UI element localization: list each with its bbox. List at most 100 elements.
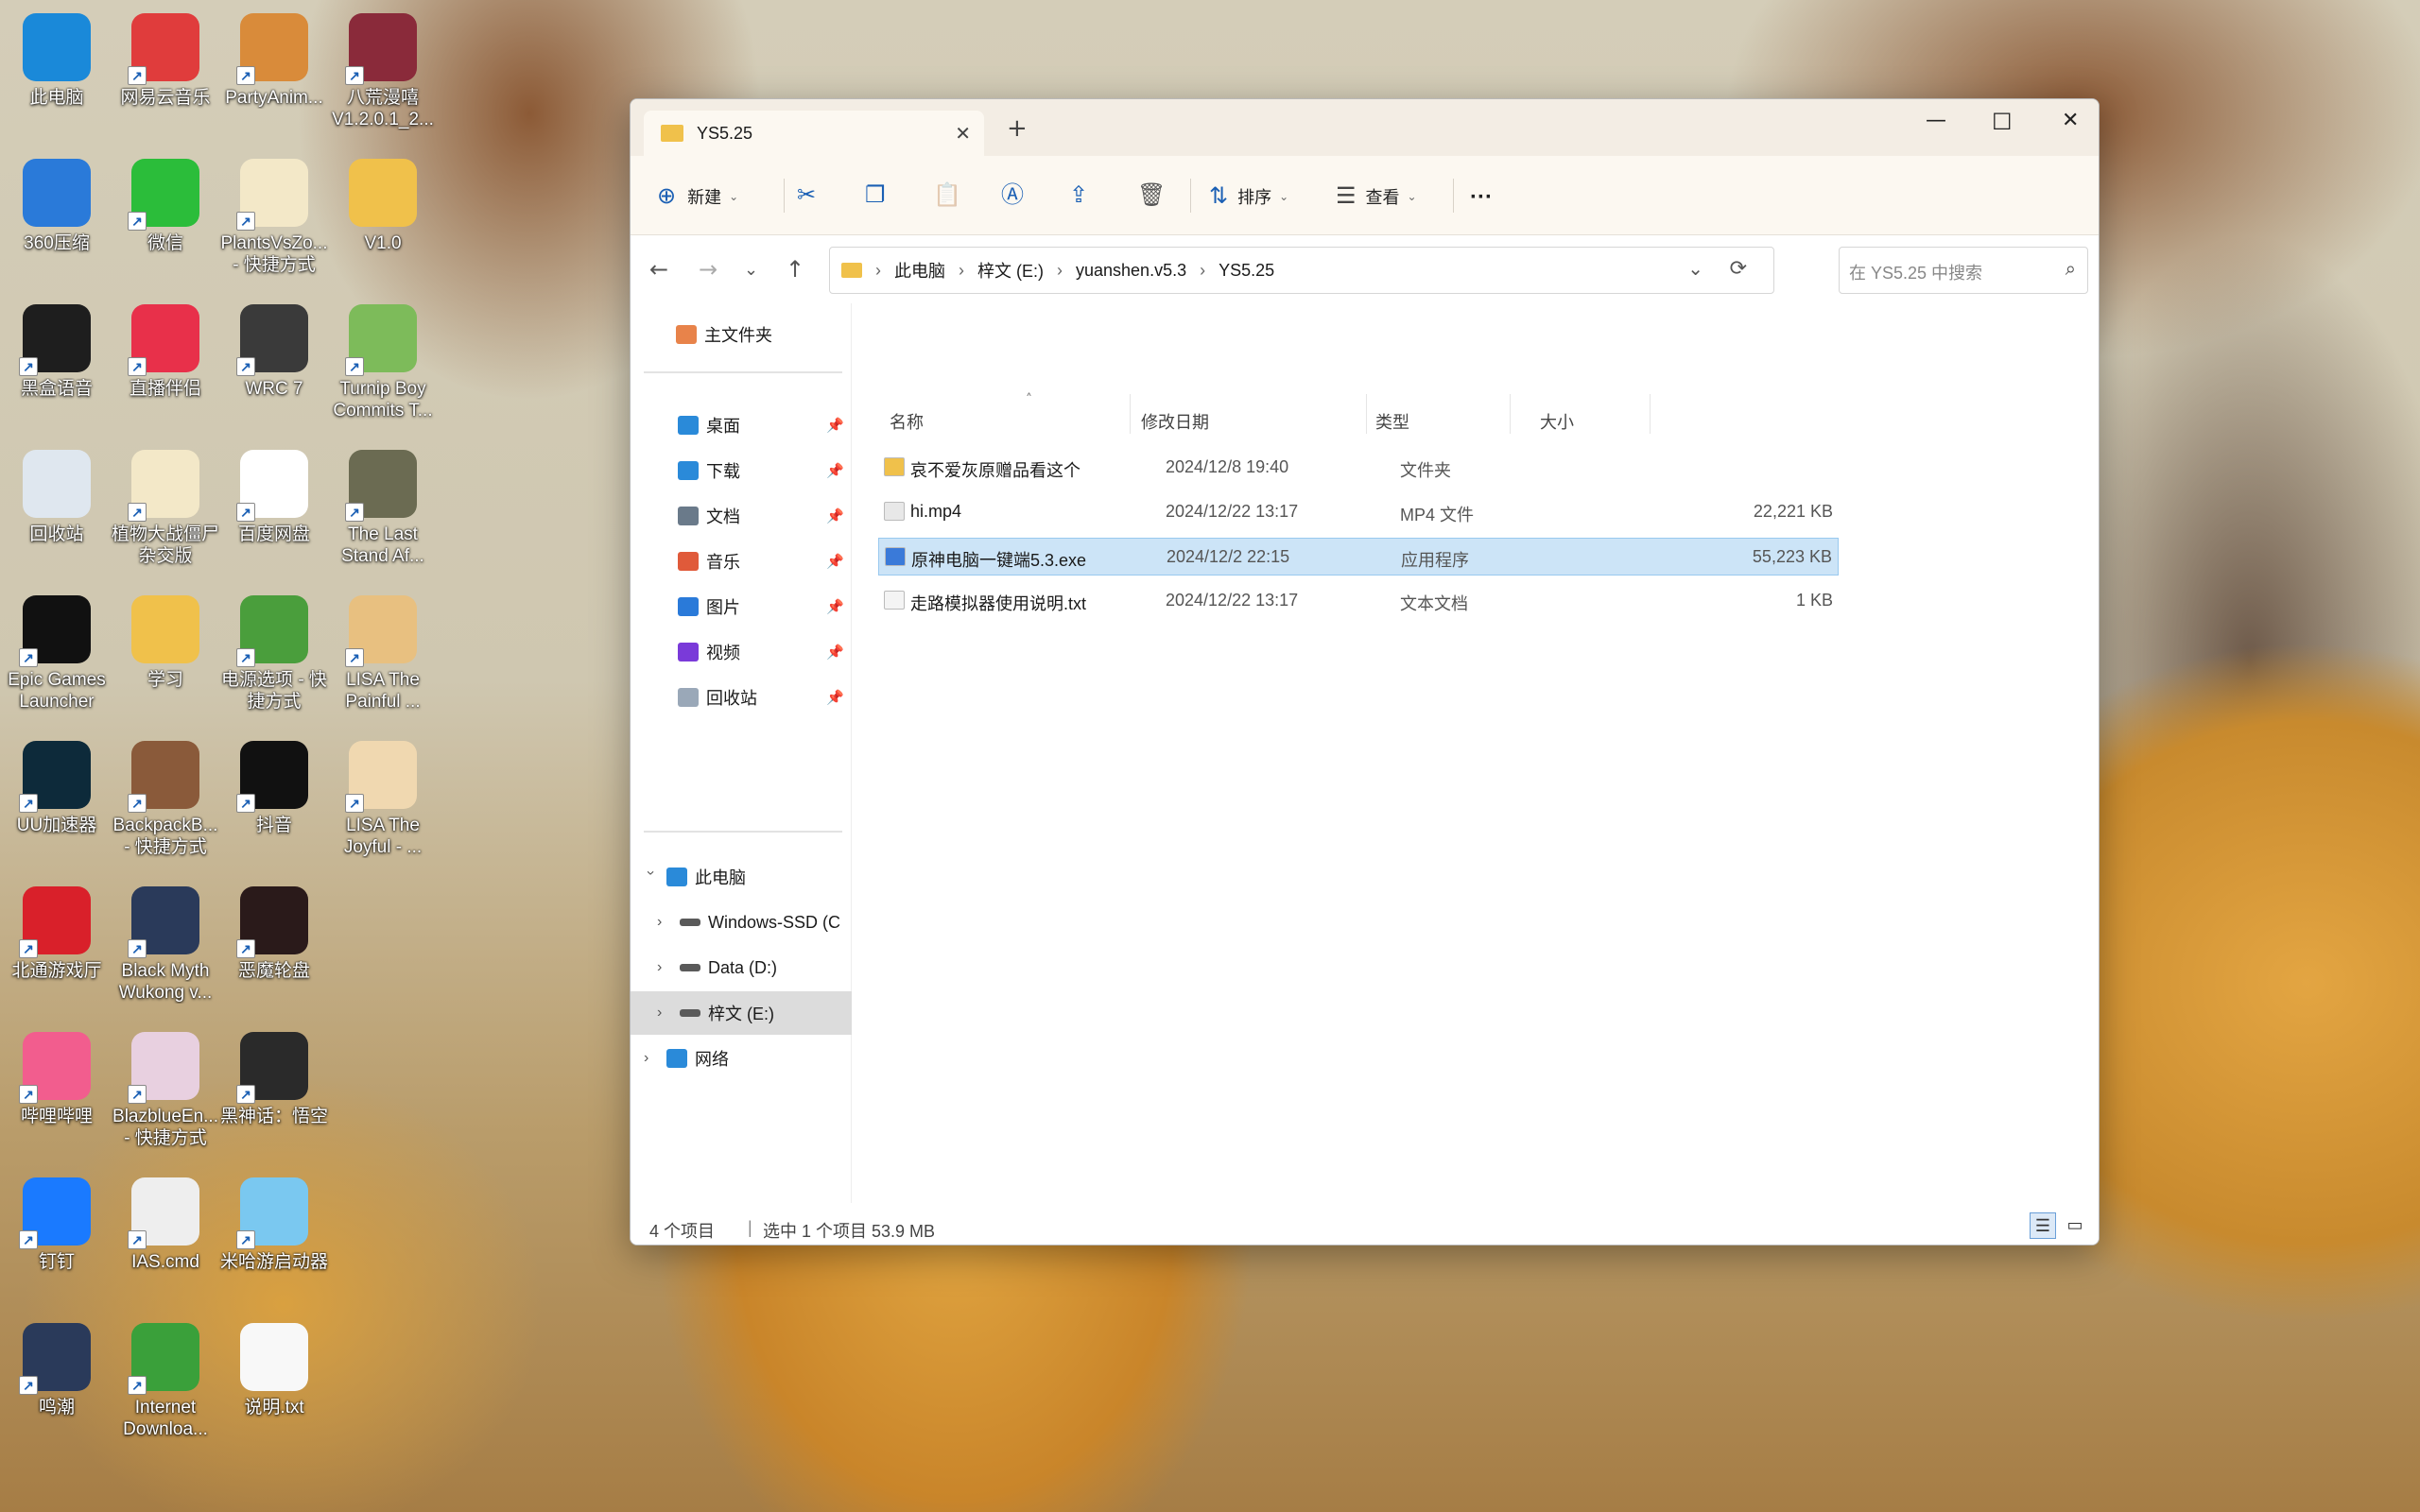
desktop-icon[interactable]: 学习 bbox=[109, 595, 222, 691]
file-row[interactable]: 走路模拟器使用说明.txt 2024/12/22 13:17 文本文档 1 KB bbox=[878, 582, 1839, 620]
nav-network[interactable]: › 网络 bbox=[631, 1037, 852, 1080]
paste-button[interactable]: 📋 bbox=[933, 184, 961, 207]
view-list-icon: ☰ bbox=[1336, 183, 1357, 209]
nav-quick-item[interactable]: 视频 📌 bbox=[631, 630, 852, 674]
file-row[interactable]: hi.mp4 2024/12/22 13:17 MP4 文件 22,221 KB bbox=[878, 493, 1839, 531]
desktop-icon[interactable]: ↗ 植物大战僵尸 杂交版 bbox=[109, 450, 222, 567]
delete-button[interactable]: 🗑 bbox=[1137, 184, 1166, 207]
up-arrow-icon[interactable]: ↑ bbox=[786, 256, 804, 283]
desktop-icon[interactable]: ↗ 黑盒语音 bbox=[0, 304, 113, 400]
recent-chevron-icon[interactable]: ⌄ bbox=[744, 260, 758, 280]
back-arrow-icon[interactable]: ← bbox=[649, 256, 668, 283]
desktop-icon[interactable]: ↗ IAS.cmd bbox=[109, 1177, 222, 1273]
column-divider[interactable] bbox=[1366, 394, 1367, 434]
nav-item-icon bbox=[678, 688, 699, 707]
forward-arrow-icon[interactable]: → bbox=[699, 256, 717, 283]
desktop-icon[interactable]: 360压缩 bbox=[0, 159, 113, 254]
shortcut-arrow-icon: ↗ bbox=[128, 1376, 147, 1395]
nav-quick-item[interactable]: 桌面 📌 bbox=[631, 404, 852, 447]
tiles-view-icon[interactable]: ▭ bbox=[2062, 1212, 2088, 1239]
breadcrumb-ys525[interactable]: YS5.25 bbox=[1219, 261, 1274, 281]
column-divider[interactable] bbox=[1650, 394, 1651, 434]
chevron-expanded-icon: › bbox=[643, 870, 659, 876]
desktop-icon[interactable]: ↗ 哔哩哔哩 bbox=[0, 1032, 113, 1127]
desktop-icon[interactable]: ↗ Black Myth Wukong v... bbox=[109, 886, 222, 1004]
share-button[interactable]: ⇪ bbox=[1069, 184, 1088, 207]
rename-button[interactable]: Ⓐ bbox=[1001, 184, 1024, 207]
desktop-icon[interactable]: ↗ 抖音 bbox=[217, 741, 331, 836]
desktop-icon[interactable]: ↗ 直播伴侣 bbox=[109, 304, 222, 400]
desktop-icon[interactable]: ↗ Internet Downloa... bbox=[109, 1323, 222, 1440]
column-header-date[interactable]: 修改日期 bbox=[1141, 409, 1209, 434]
tab-ys525[interactable]: YS5.25 ✕ bbox=[644, 111, 984, 156]
breadcrumb-this-pc[interactable]: 此电脑 bbox=[894, 258, 945, 283]
nav-quick-item[interactable]: 音乐 📌 bbox=[631, 540, 852, 583]
nav-quick-item[interactable]: 回收站 📌 bbox=[631, 676, 852, 719]
nav-quick-item[interactable]: 图片 📌 bbox=[631, 585, 852, 628]
desktop-icon[interactable]: ↗ 网易云音乐 bbox=[109, 13, 222, 109]
nav-home[interactable]: 主文件夹 bbox=[631, 313, 852, 356]
new-button[interactable]: ⊕ 新建 ⌄ bbox=[657, 184, 738, 209]
wuthering-icon: ↗ bbox=[19, 1323, 91, 1395]
desktop-icon[interactable]: 此电脑 bbox=[0, 13, 113, 109]
desktop-icon[interactable]: ↗ 米哈游启动器 bbox=[217, 1177, 331, 1273]
desktop-icon[interactable]: ↗ BlazblueEn... - 快捷方式 bbox=[109, 1032, 222, 1149]
column-divider[interactable] bbox=[1130, 394, 1131, 434]
clipboard-icon: 📋 bbox=[933, 182, 961, 208]
desktop-icon[interactable]: ↗ The Last Stand Af... bbox=[326, 450, 440, 567]
desktop-icon[interactable]: ↗ LISA The Joyful - ... bbox=[326, 741, 440, 858]
column-header-name[interactable]: 名称 bbox=[890, 409, 924, 434]
cut-button[interactable]: ✂ bbox=[797, 184, 816, 207]
nav-drive[interactable]: › Windows-SSD (C bbox=[631, 901, 852, 944]
close-tab-icon[interactable]: ✕ bbox=[955, 122, 971, 145]
desktop-icon[interactable]: ↗ 鸣潮 bbox=[0, 1323, 113, 1418]
search-input[interactable]: 在 YS5.25 中搜索 ⌕ bbox=[1839, 247, 2088, 294]
desktop-icon[interactable]: V1.0 bbox=[326, 159, 440, 254]
sort-button[interactable]: ⇅ 排序 ⌄ bbox=[1209, 184, 1288, 209]
address-history-chevron-icon[interactable]: ⌄ bbox=[1687, 257, 1703, 281]
close-window-button[interactable]: ✕ bbox=[2062, 109, 2079, 132]
column-divider[interactable] bbox=[1510, 394, 1511, 434]
nav-this-pc[interactable]: › 此电脑 bbox=[631, 855, 852, 899]
desktop-icon[interactable]: ↗ 恶魔轮盘 bbox=[217, 886, 331, 982]
desktop-icon[interactable]: ↗ BackpackB... - 快捷方式 bbox=[109, 741, 222, 858]
minimize-button[interactable]: — bbox=[1926, 109, 1946, 132]
address-bar[interactable]: › 此电脑 › 梓文 (E:) › yuanshen.v5.3 › YS5.25… bbox=[829, 247, 1774, 294]
maximize-button[interactable]: ☐ bbox=[1992, 109, 2013, 135]
column-header-size[interactable]: 大小 bbox=[1540, 409, 1574, 434]
desktop-icon[interactable]: ↗ 百度网盘 bbox=[217, 450, 331, 545]
new-tab-button[interactable]: + bbox=[1007, 114, 1028, 143]
breadcrumb-drive-e[interactable]: 梓文 (E:) bbox=[977, 258, 1044, 283]
desktop-icon[interactable]: ↗ 电源选项 - 快捷方式 bbox=[217, 595, 331, 713]
column-header-type[interactable]: 类型 bbox=[1375, 409, 1409, 434]
shortcut-arrow-icon: ↗ bbox=[128, 357, 147, 376]
desktop-icon[interactable]: ↗ PlantsVsZo... - 快捷方式 bbox=[217, 159, 331, 276]
shortcut-arrow-icon: ↗ bbox=[236, 794, 255, 813]
file-row[interactable]: 原神电脑一键端5.3.exe 2024/12/2 22:15 应用程序 55,223 … bbox=[878, 538, 1839, 576]
nav-quick-item[interactable]: 文档 📌 bbox=[631, 494, 852, 538]
refresh-icon[interactable]: ⟳ bbox=[1730, 256, 1747, 281]
desktop-icon[interactable]: ↗ 黑神话：悟空 bbox=[217, 1032, 331, 1127]
desktop-icon[interactable]: ↗ LISA The Painful ... bbox=[326, 595, 440, 713]
view-button[interactable]: ☰ 查看 ⌄ bbox=[1336, 184, 1417, 209]
details-view-icon[interactable]: ☰ bbox=[2030, 1212, 2056, 1239]
file-row[interactable]: 哀不爱灰原赠品看这个 2024/12/8 19:40 文件夹 bbox=[878, 449, 1839, 487]
desktop-icon[interactable]: ↗ 钉钉 bbox=[0, 1177, 113, 1273]
desktop-icon[interactable]: ↗ 八荒漫嘻 V1.2.0.1_2... bbox=[326, 13, 440, 130]
more-options-button[interactable]: ··· bbox=[1470, 184, 1493, 211]
nav-drive[interactable]: › Data (D:) bbox=[631, 946, 852, 989]
divider bbox=[644, 831, 842, 833]
breadcrumb-yuanshen[interactable]: yuanshen.v5.3 bbox=[1076, 261, 1186, 281]
desktop-icon[interactable]: ↗ 北通游戏厅 bbox=[0, 886, 113, 982]
desktop-icon[interactable]: ↗ PartyAnim... bbox=[217, 13, 331, 109]
desktop-icon[interactable]: ↗ WRC 7 bbox=[217, 304, 331, 400]
desktop-icon[interactable]: 回收站 bbox=[0, 450, 113, 545]
desktop-icon[interactable]: ↗ Turnip Boy Commits T... bbox=[326, 304, 440, 421]
nav-drive[interactable]: › 梓文 (E:) bbox=[631, 991, 852, 1035]
desktop-icon[interactable]: 说明.txt bbox=[217, 1323, 331, 1418]
copy-button[interactable]: ❐ bbox=[865, 184, 886, 207]
desktop-icon[interactable]: ↗ 微信 bbox=[109, 159, 222, 254]
desktop-icon[interactable]: ↗ UU加速器 bbox=[0, 741, 113, 836]
desktop-icon[interactable]: ↗ Epic Games Launcher bbox=[0, 595, 113, 713]
nav-quick-item[interactable]: 下载 📌 bbox=[631, 449, 852, 492]
